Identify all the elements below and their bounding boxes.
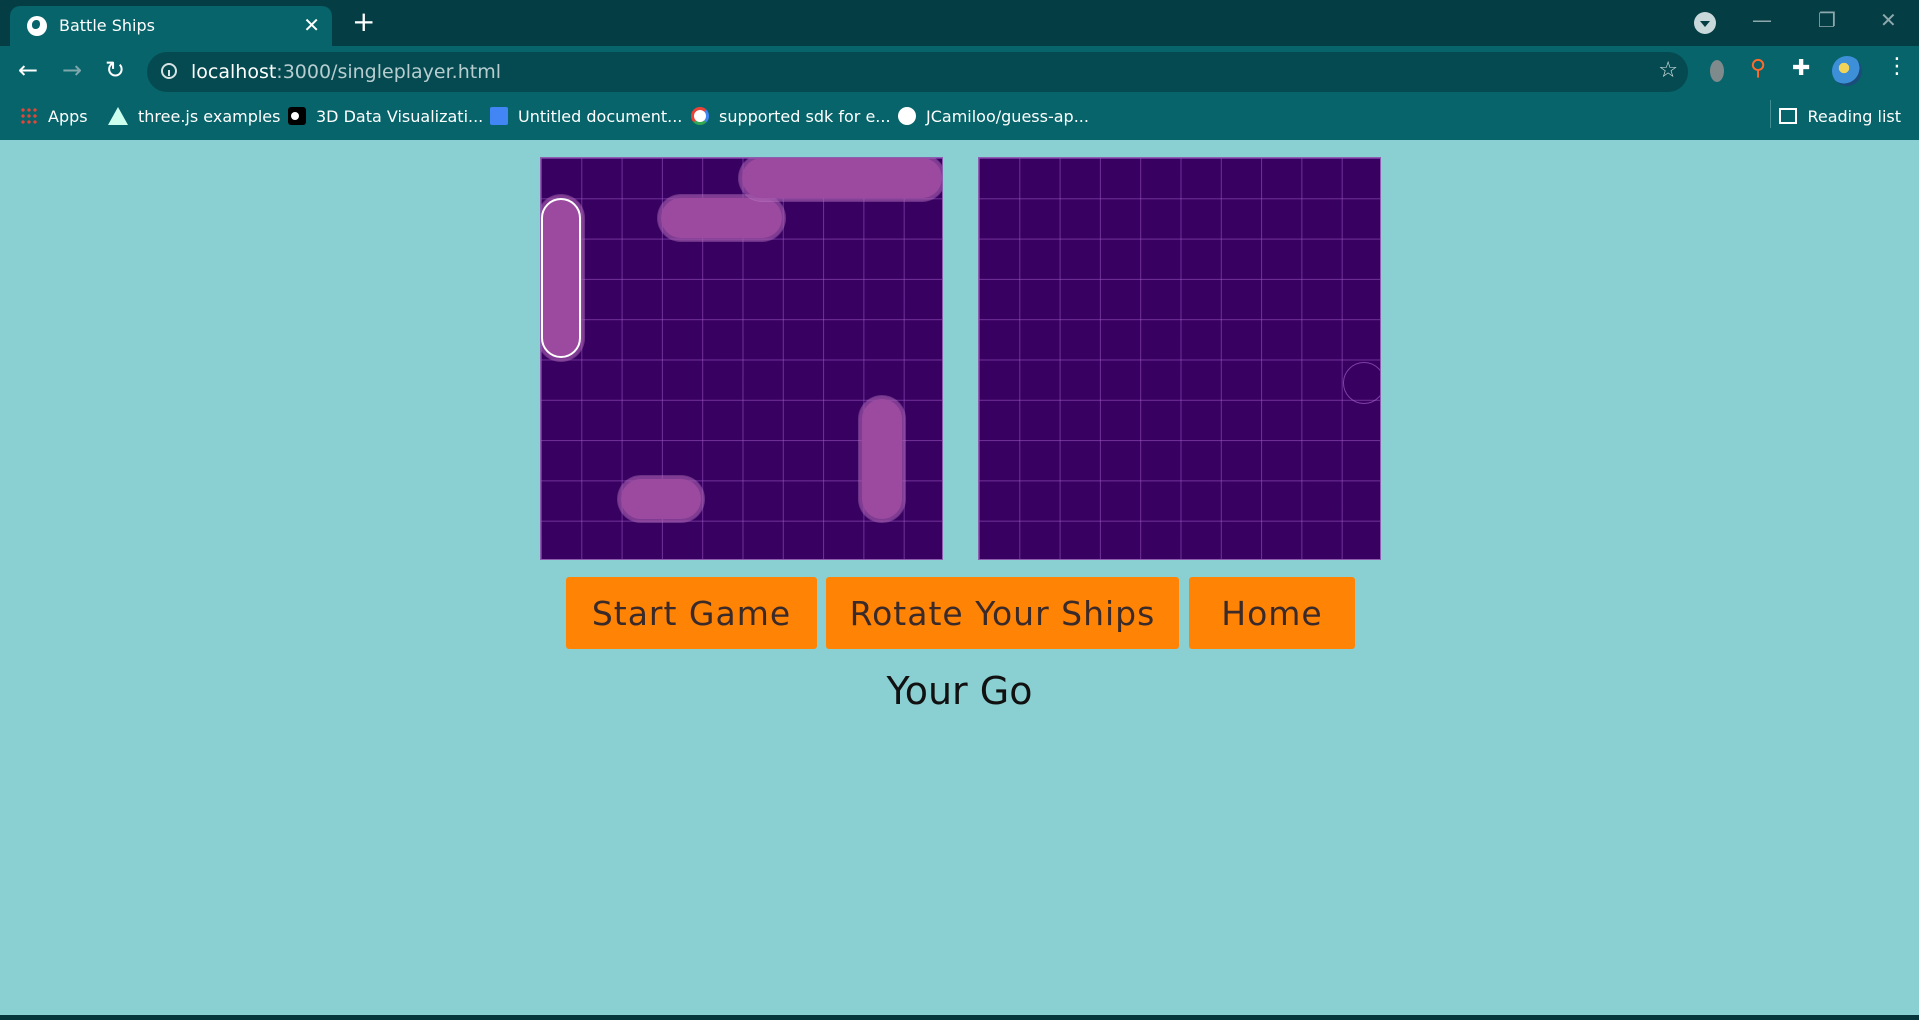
bookmark-apps[interactable]: Apps — [20, 96, 88, 136]
restore-icon[interactable]: ❐ — [1818, 8, 1836, 32]
tab-search-icon[interactable] — [1694, 12, 1716, 34]
tab-strip: Battle Ships ✕ + — ❐ ✕ — [0, 0, 1919, 46]
bookmark-label: Apps — [48, 106, 88, 126]
tab-title: Battle Ships — [59, 16, 155, 35]
reload-icon[interactable]: ↻ — [105, 56, 125, 84]
globe-icon — [27, 16, 47, 36]
address-bar[interactable]: localhost:3000/singleplayer.html ☆ — [147, 52, 1688, 92]
apps-grid-icon — [20, 107, 38, 125]
bookmark-star-icon[interactable]: ☆ — [1658, 58, 1678, 83]
bookmark-supported-sdk[interactable]: supported sdk for e... — [691, 96, 891, 136]
bookmark-github[interactable]: JCamiloo/guess-ap... — [898, 96, 1089, 136]
extension-icon[interactable]: ⚲ — [1750, 56, 1772, 81]
google-docs-icon — [490, 107, 508, 125]
back-icon[interactable]: ← — [18, 56, 38, 84]
home-button[interactable]: Home — [1189, 577, 1355, 649]
rotate-ships-button[interactable]: Rotate Your Ships — [826, 577, 1179, 649]
submarine-ship[interactable] — [661, 198, 782, 239]
battleship-ship[interactable] — [541, 198, 582, 359]
extensions-puzzle-icon[interactable]: ✚ — [1792, 56, 1814, 81]
start-game-button[interactable]: Start Game — [566, 577, 817, 649]
new-tab-icon[interactable]: + — [352, 8, 375, 36]
computer-grid[interactable] — [978, 157, 1381, 560]
bookmark-label: JCamiloo/guess-ap... — [926, 106, 1089, 126]
user-grid[interactable] — [540, 157, 943, 560]
bookmarks-bar: Apps three.js examples 3D Data Visualiza… — [0, 92, 1919, 140]
reading-list-label: Reading list — [1807, 106, 1901, 126]
site-info-icon[interactable] — [161, 63, 177, 79]
cruiser-ship[interactable] — [861, 398, 902, 519]
bookmark-untitled-doc[interactable]: Untitled document... — [490, 96, 682, 136]
bookmarks-separator — [1770, 100, 1771, 128]
google-icon — [691, 107, 709, 125]
threejs-icon — [108, 107, 128, 125]
browser-toolbar: ← → ↻ localhost:3000/singleplayer.html ☆… — [0, 46, 1919, 140]
reading-list-icon — [1779, 108, 1798, 124]
carrier-ship[interactable] — [741, 158, 942, 199]
github-icon — [898, 107, 916, 125]
ship-outline — [1343, 362, 1380, 404]
close-tab-icon[interactable]: ✕ — [303, 13, 320, 37]
bookmark-label: supported sdk for e... — [719, 106, 891, 126]
turn-status: Your Go — [886, 669, 1033, 713]
menu-kebab-icon[interactable]: ⋮ — [1886, 54, 1908, 79]
bookmark-threejs[interactable]: three.js examples — [108, 96, 280, 136]
profile-avatar[interactable] — [1832, 56, 1862, 86]
extension-icon[interactable] — [1710, 60, 1724, 82]
medium-icon — [288, 107, 306, 125]
window-close-icon[interactable]: ✕ — [1880, 8, 1897, 32]
bookmark-label: 3D Data Visualizati... — [316, 106, 484, 126]
page-bottom-border — [0, 1015, 1919, 1020]
minimize-icon[interactable]: — — [1752, 8, 1772, 32]
bookmark-3d-data[interactable]: 3D Data Visualizati... — [288, 96, 483, 136]
forward-icon[interactable]: → — [62, 56, 82, 84]
destroyer-ship[interactable] — [621, 478, 702, 519]
bookmark-label: three.js examples — [138, 106, 281, 126]
url-text[interactable]: localhost:3000/singleplayer.html — [191, 61, 501, 83]
reading-list[interactable]: Reading list — [1779, 96, 1901, 136]
browser-tab[interactable]: Battle Ships ✕ — [10, 6, 332, 46]
bookmark-label: Untitled document... — [518, 106, 683, 126]
